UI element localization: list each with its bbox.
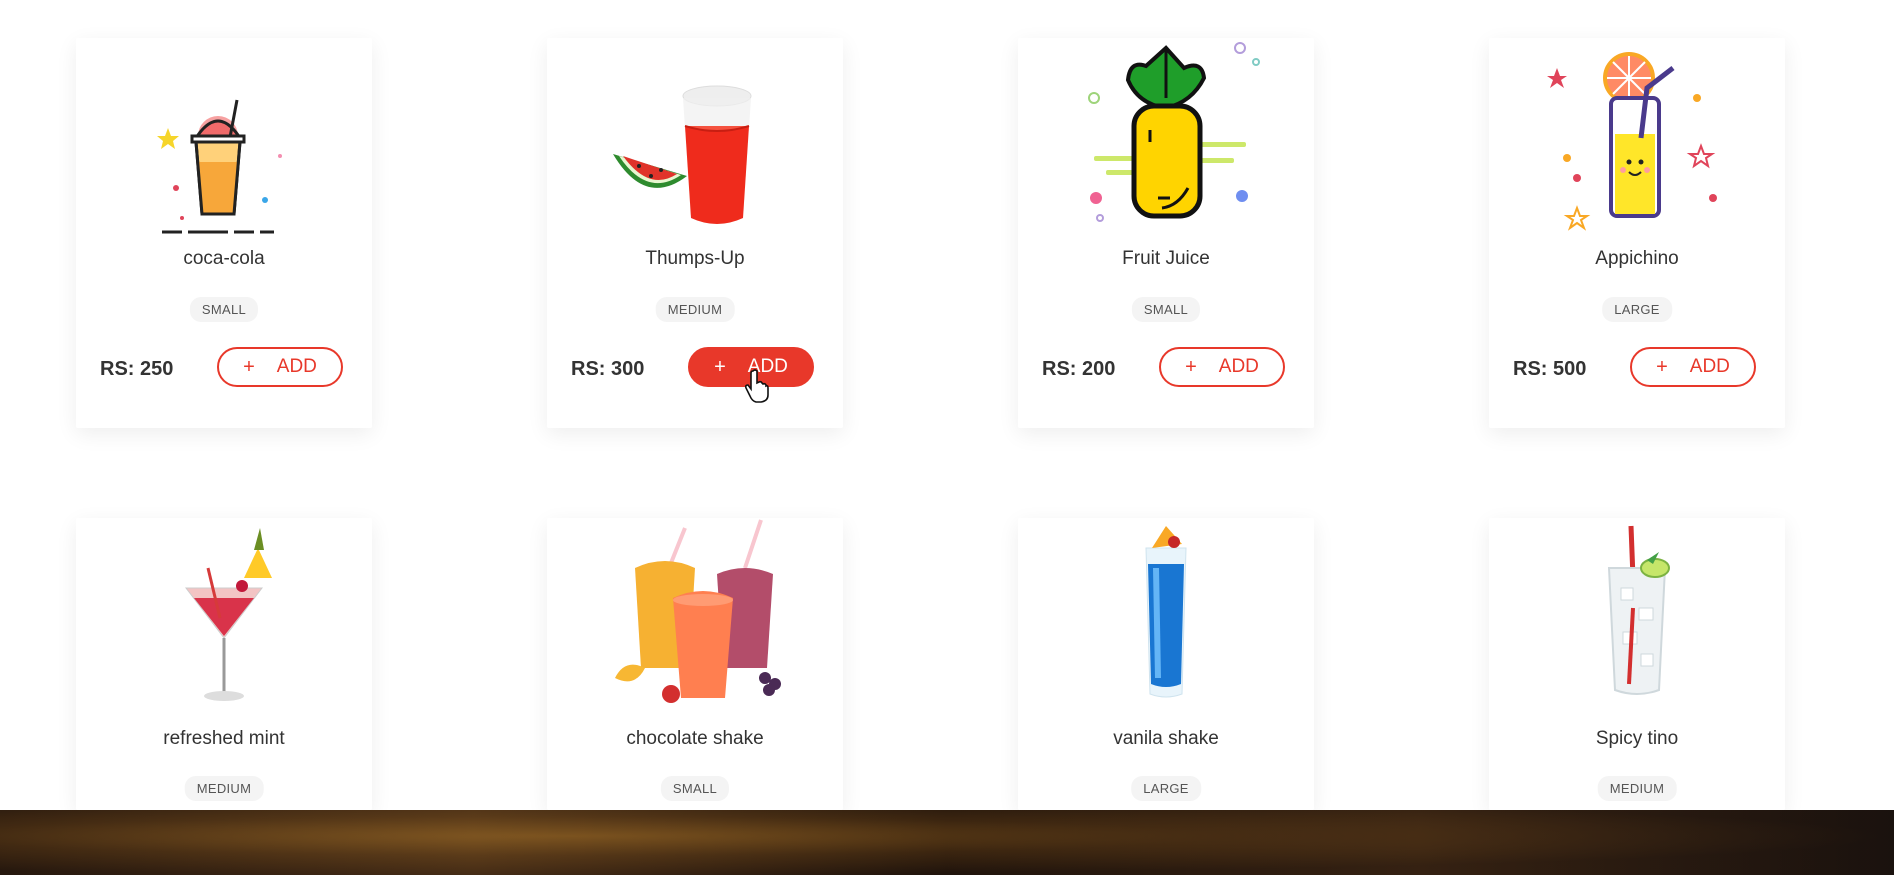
product-card: Spicy tino MEDIUM bbox=[1489, 518, 1785, 810]
add-label: ADD bbox=[276, 356, 317, 377]
plus-icon: + bbox=[243, 355, 255, 378]
pineapple-icon bbox=[1088, 42, 1260, 222]
plus-icon: + bbox=[1656, 355, 1668, 378]
watermelon-juice-icon bbox=[613, 85, 752, 224]
background-band bbox=[0, 810, 1894, 875]
size-badge: SMALL bbox=[1131, 297, 1201, 322]
soda-cup-icon bbox=[157, 99, 282, 234]
product-image bbox=[1018, 38, 1314, 238]
add-to-cart-button[interactable]: + ADD bbox=[1630, 347, 1756, 387]
product-name: Spicy tino bbox=[1595, 728, 1679, 749]
product-name: chocolate shake bbox=[626, 728, 764, 749]
product-card: chocolate shake SMALL bbox=[547, 518, 843, 810]
product-card: coca-cola SMALL RS: 250 + ADD bbox=[76, 38, 372, 428]
product-price: RS: 200 bbox=[1042, 358, 1116, 380]
product-card: Fruit Juice SMALL RS: 200 + ADD bbox=[1018, 38, 1314, 428]
size-badge: MEDIUM bbox=[655, 297, 735, 322]
size-badge: SMALL bbox=[189, 297, 259, 322]
product-price: RS: 250 bbox=[100, 358, 174, 380]
product-image bbox=[76, 518, 372, 718]
add-label: ADD bbox=[1218, 356, 1259, 377]
lime-soda-icon bbox=[1607, 525, 1670, 695]
blue-drink-icon bbox=[1145, 526, 1187, 698]
product-grid: coca-cola SMALL RS: 250 + ADD Thumps-Up … bbox=[0, 0, 1894, 810]
product-name: Fruit Juice bbox=[1122, 248, 1210, 269]
add-to-cart-button[interactable]: + ADD bbox=[1159, 347, 1285, 387]
size-badge: SMALL bbox=[660, 776, 730, 801]
product-image bbox=[1489, 38, 1785, 238]
product-name: refreshed mint bbox=[163, 728, 285, 749]
add-to-cart-button[interactable]: + ADD bbox=[217, 347, 343, 387]
product-image bbox=[547, 38, 843, 238]
size-badge: LARGE bbox=[1602, 297, 1672, 322]
product-card: refreshed mint MEDIUM bbox=[76, 518, 372, 810]
product-card: Appichino LARGE RS: 500 + ADD bbox=[1489, 38, 1785, 428]
size-badge: LARGE bbox=[1131, 776, 1201, 801]
add-label: ADD bbox=[1689, 356, 1730, 377]
product-card: vanila shake LARGE bbox=[1018, 518, 1314, 810]
cocktail-glass-icon bbox=[184, 528, 272, 701]
product-name: vanila shake bbox=[1113, 728, 1219, 749]
lemonade-glass-icon bbox=[1547, 52, 1717, 231]
plus-icon: + bbox=[1185, 355, 1197, 378]
product-name: Thumps-Up bbox=[645, 248, 745, 269]
plus-icon: + bbox=[714, 355, 726, 378]
product-image bbox=[1018, 518, 1314, 718]
product-image bbox=[76, 38, 372, 238]
smoothie-cups-icon bbox=[615, 519, 781, 703]
product-price: RS: 500 bbox=[1513, 358, 1587, 380]
size-badge: MEDIUM bbox=[184, 776, 264, 801]
product-price: RS: 300 bbox=[571, 358, 645, 380]
product-name: coca-cola bbox=[183, 248, 265, 269]
product-image bbox=[1489, 518, 1785, 718]
product-card: Thumps-Up MEDIUM RS: 300 + ADD bbox=[547, 38, 843, 428]
product-image bbox=[547, 518, 843, 718]
product-name: Appichino bbox=[1595, 248, 1679, 269]
size-badge: MEDIUM bbox=[1597, 776, 1677, 801]
hand-cursor-icon bbox=[744, 369, 769, 403]
